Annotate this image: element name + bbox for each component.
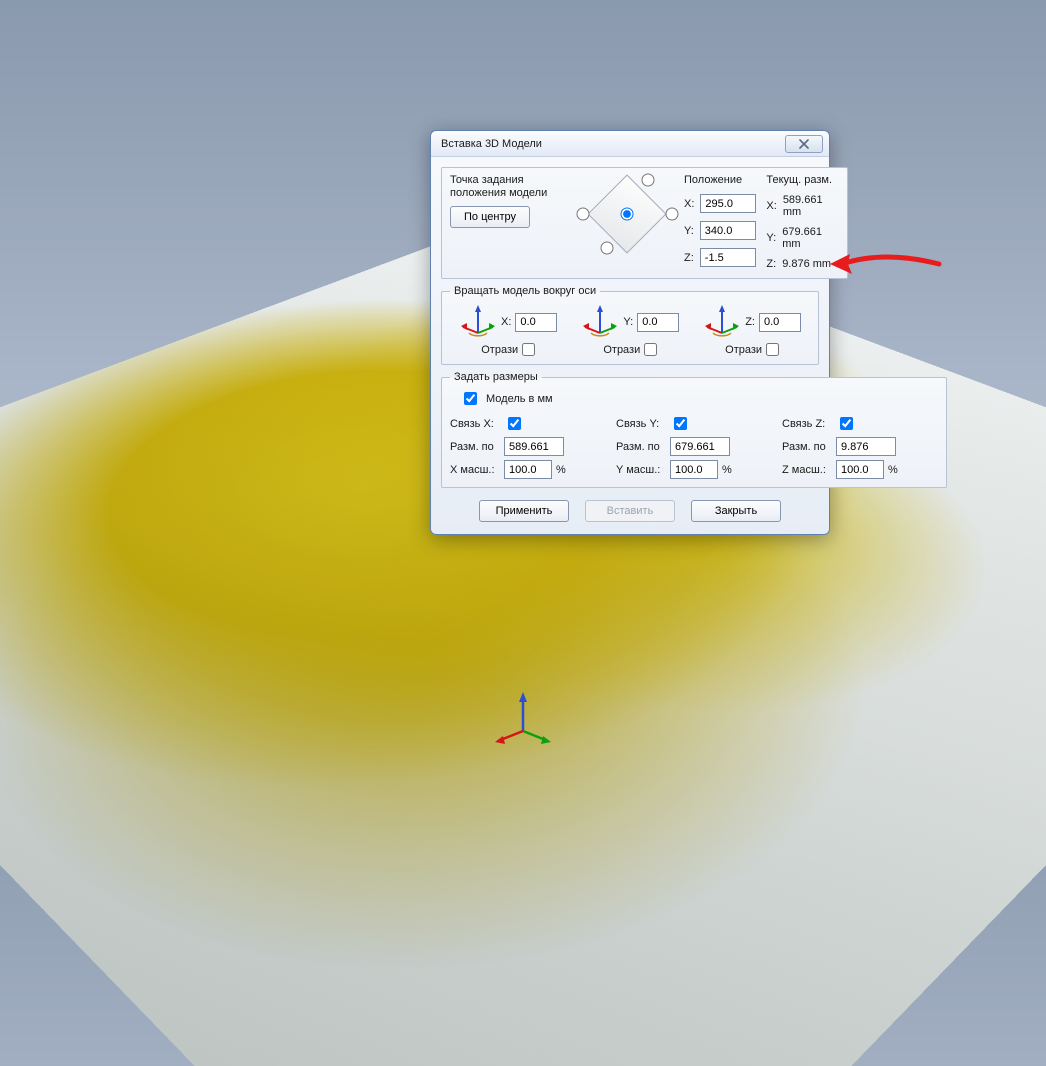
pos-x-label: X: bbox=[684, 198, 694, 210]
anchor-position-group: Точка задания положения модели По центру… bbox=[441, 167, 848, 279]
link-x-checkbox[interactable] bbox=[508, 417, 521, 430]
link-y-checkbox[interactable] bbox=[674, 417, 687, 430]
dim-y-value: 679.661 mm bbox=[782, 226, 838, 250]
scale-y-label: Y масш.: bbox=[616, 464, 666, 476]
pos-y-input[interactable] bbox=[700, 221, 756, 240]
anchor-left-radio[interactable] bbox=[576, 208, 589, 221]
link-x-label: Связь X: bbox=[450, 418, 500, 430]
size-legend: Задать размеры bbox=[450, 371, 542, 383]
dialog-close-button[interactable] bbox=[785, 135, 823, 153]
dim-z-label: Z: bbox=[766, 258, 776, 270]
size-group: Задать размеры Модель в мм Связь X: Связ… bbox=[441, 371, 947, 488]
apply-button[interactable]: Применить bbox=[479, 500, 569, 522]
close-button[interactable]: Закрыть bbox=[691, 500, 781, 522]
rot-x-label: X: bbox=[501, 316, 511, 328]
rot-x-input[interactable] bbox=[515, 313, 557, 332]
scale-z-input[interactable] bbox=[836, 460, 884, 479]
dim-z-value: 9.876 mm bbox=[782, 258, 831, 270]
dim-by-x-label: Разм. по bbox=[450, 441, 500, 453]
axis-z-icon bbox=[703, 303, 741, 341]
pos-z-input[interactable] bbox=[700, 248, 756, 267]
rot-y-label: Y: bbox=[623, 316, 633, 328]
scale-y-input[interactable] bbox=[670, 460, 718, 479]
dims-header: Текущ. разм. bbox=[766, 174, 838, 186]
rot-y-input[interactable] bbox=[637, 313, 679, 332]
rotate-legend: Вращать модель вокруг оси bbox=[450, 285, 600, 297]
dim-by-z-label: Разм. по bbox=[782, 441, 832, 453]
mirror-x-checkbox[interactable] bbox=[522, 343, 535, 356]
dim-x-value: 589.661 mm bbox=[783, 194, 839, 218]
axis-y-icon bbox=[581, 303, 619, 341]
anchor-bottom-radio[interactable] bbox=[601, 241, 614, 254]
link-z-checkbox[interactable] bbox=[840, 417, 853, 430]
pos-y-label: Y: bbox=[684, 225, 694, 237]
rot-z-input[interactable] bbox=[759, 313, 801, 332]
anchor-top-radio[interactable] bbox=[641, 174, 654, 187]
link-y-label: Связь Y: bbox=[616, 418, 666, 430]
mirror-z-label: Отрази bbox=[725, 344, 762, 356]
dim-by-y-label: Разм. по bbox=[616, 441, 666, 453]
center-button[interactable]: По центру bbox=[450, 206, 530, 228]
pos-x-input[interactable] bbox=[700, 194, 756, 213]
dim-y-input[interactable] bbox=[670, 437, 730, 456]
scale-x-label: X масш.: bbox=[450, 464, 500, 476]
dim-z-input[interactable] bbox=[836, 437, 896, 456]
anchor-right-radio[interactable] bbox=[666, 208, 679, 221]
close-icon bbox=[798, 139, 810, 149]
pct-y: % bbox=[722, 464, 772, 476]
link-z-label: Связь Z: bbox=[782, 418, 832, 430]
pct-x: % bbox=[556, 464, 606, 476]
rotate-group: Вращать модель вокруг оси X: bbox=[441, 285, 819, 365]
axis-x-icon bbox=[459, 303, 497, 341]
scale-z-label: Z масш.: bbox=[782, 464, 832, 476]
anchor-label: Точка задания положения модели bbox=[450, 174, 571, 200]
model-mm-label: Модель в мм bbox=[486, 393, 553, 405]
pct-z: % bbox=[888, 464, 938, 476]
insert-button[interactable]: Вставить bbox=[585, 500, 675, 522]
mirror-x-label: Отрази bbox=[481, 344, 518, 356]
insert-3d-model-dialog: Вставка 3D Модели Точка задания положени… bbox=[430, 130, 830, 535]
dim-x-label: X: bbox=[766, 200, 776, 212]
dim-y-label: Y: bbox=[766, 232, 776, 244]
mirror-z-checkbox[interactable] bbox=[766, 343, 779, 356]
mirror-y-checkbox[interactable] bbox=[644, 343, 657, 356]
anchor-center-radio[interactable] bbox=[621, 208, 634, 221]
scale-x-input[interactable] bbox=[504, 460, 552, 479]
position-header: Положение bbox=[684, 174, 756, 186]
dim-x-input[interactable] bbox=[504, 437, 564, 456]
dialog-title: Вставка 3D Модели bbox=[441, 138, 542, 150]
rot-z-label: Z: bbox=[745, 316, 755, 328]
dialog-titlebar[interactable]: Вставка 3D Модели bbox=[431, 131, 829, 157]
model-mm-checkbox[interactable] bbox=[464, 392, 477, 405]
mirror-y-label: Отрази bbox=[603, 344, 640, 356]
pos-z-label: Z: bbox=[684, 252, 694, 264]
anchor-radio-cluster bbox=[581, 174, 674, 254]
